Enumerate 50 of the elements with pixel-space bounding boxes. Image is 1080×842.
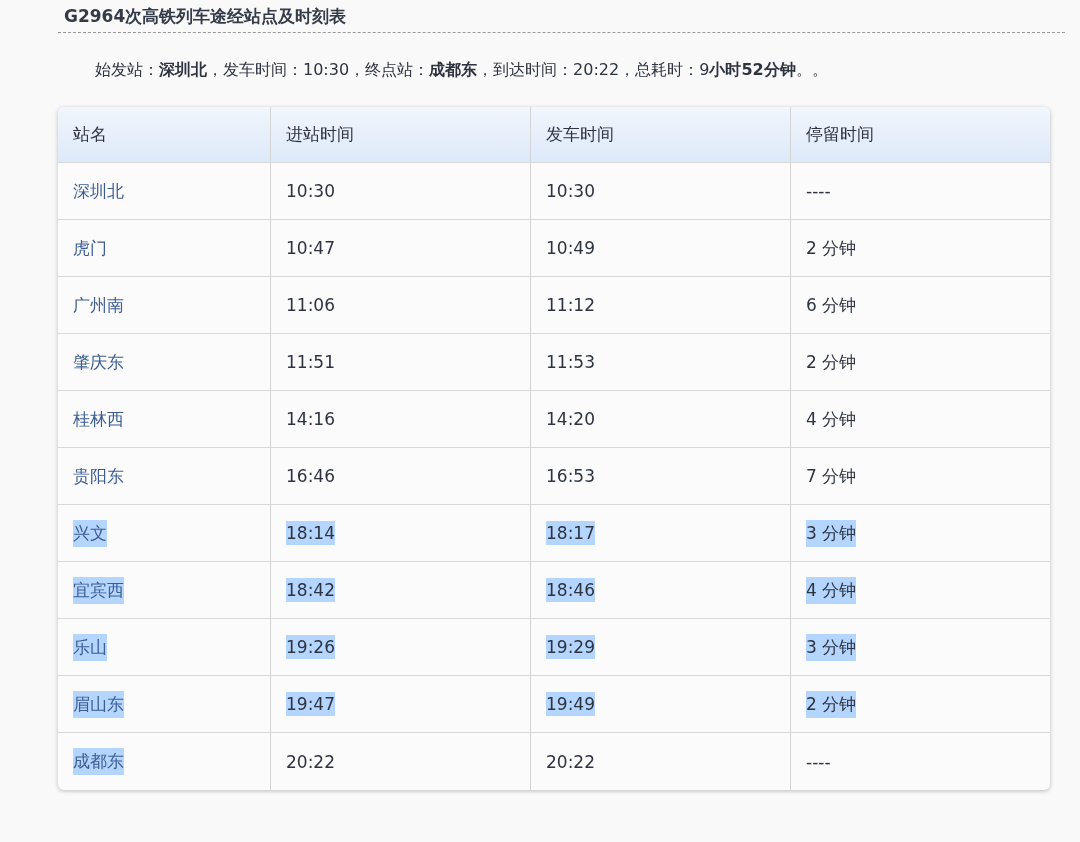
station-name: 贵阳东 — [73, 464, 124, 488]
table-cell-text: 2 分钟 — [806, 236, 857, 260]
table-cell: 19:49 — [546, 692, 595, 716]
column-header: 站名 — [73, 123, 107, 146]
table-cell-text: 14:16 — [286, 408, 335, 431]
table-cell-text: ---- — [806, 750, 831, 774]
table-cell: 2 分钟 — [806, 690, 857, 718]
table-cell-text: 14:20 — [546, 408, 595, 431]
table-cell-text: 16:53 — [546, 465, 595, 488]
table-cell: 3 分钟 — [806, 633, 857, 661]
station-name: 广州南 — [73, 293, 124, 317]
table-cell-text: 10:47 — [286, 237, 335, 260]
table-cell-text: 16:46 — [286, 465, 335, 488]
table-cell: 4 分钟 — [806, 576, 857, 604]
table-cell: 18:46 — [546, 578, 595, 602]
table-cell-text: 20:22 — [286, 750, 335, 774]
station-name: 桂林西 — [73, 407, 124, 431]
table-cell-text: 11:51 — [286, 351, 335, 374]
table-cell-text: 11:06 — [286, 294, 335, 317]
column-header: 发车时间 — [546, 123, 614, 146]
station-name: 深圳北 — [73, 179, 124, 203]
column-header: 停留时间 — [806, 123, 874, 146]
table-cell-text: 10:30 — [286, 180, 335, 203]
station-name: 宜宾西 — [73, 576, 124, 604]
table-cell-text: 11:53 — [546, 351, 595, 374]
station-name: 乐山 — [73, 633, 107, 661]
table-cell-text: 6 分钟 — [806, 293, 857, 317]
table-cell-text: ---- — [806, 180, 831, 203]
table-cell-text: 7 分钟 — [806, 464, 857, 488]
table-cell: 3 分钟 — [806, 519, 857, 547]
summary-text: 始发站：深圳北，发车时间：10:30，终点站：成都东，到达时间：20:22，总耗时：9小时52分钟。。 — [94, 59, 829, 81]
table-cell: 19:26 — [286, 635, 335, 659]
table-cell: 19:47 — [286, 692, 335, 716]
section-title: G2964次高铁列车途经站点及时刻表 — [58, 0, 1065, 33]
table-cell-text: 2 分钟 — [806, 350, 857, 374]
station-name: 眉山东 — [73, 690, 124, 718]
table-cell: 19:29 — [546, 635, 595, 659]
station-name: 成都东 — [73, 748, 124, 775]
table-cell: 18:42 — [286, 578, 335, 602]
station-name: 虎门 — [73, 236, 107, 260]
table-cell: 18:14 — [286, 521, 335, 545]
station-name: 肇庆东 — [73, 350, 124, 374]
station-name: 兴文 — [73, 519, 107, 547]
table-cell-text: 4 分钟 — [806, 407, 857, 431]
column-header: 进站时间 — [286, 123, 354, 146]
table-cell: 18:17 — [546, 521, 595, 545]
table-cell-text: 20:22 — [546, 750, 595, 774]
table-cell-text: 11:12 — [546, 294, 595, 317]
table-cell-text: 10:30 — [546, 180, 595, 203]
table-cell-text: 10:49 — [546, 237, 595, 260]
